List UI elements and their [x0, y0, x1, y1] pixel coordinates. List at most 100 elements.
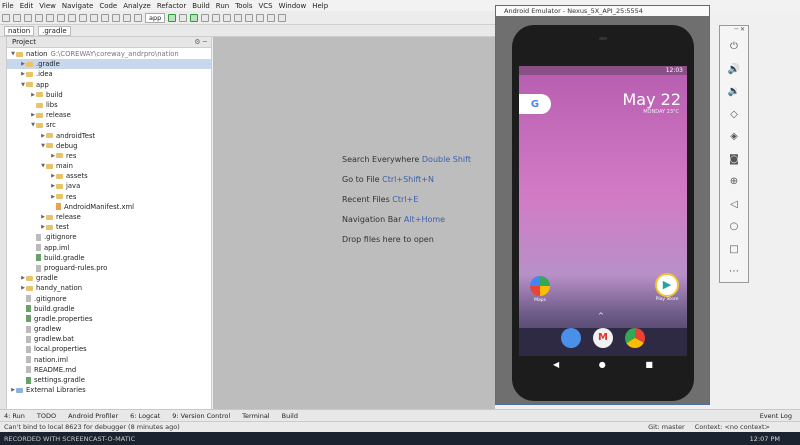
date-widget[interactable]: May 22	[622, 90, 681, 109]
tree-row[interactable]: ▶ assets	[7, 171, 211, 181]
tree-row[interactable]: build.gradle	[7, 304, 211, 314]
left-tool-strip[interactable]	[0, 37, 7, 409]
menu-tools[interactable]: Tools	[235, 2, 252, 10]
tree-row[interactable]: settings.gradle	[7, 375, 211, 385]
maps-app[interactable]: Maps	[530, 276, 550, 303]
tree-row[interactable]: app.iml	[7, 243, 211, 253]
tree-row[interactable]: ▶ handy_nation	[7, 283, 211, 293]
tree-row[interactable]: ▶ java	[7, 181, 211, 191]
rotate-right-icon[interactable]: ◈	[727, 130, 741, 144]
home-icon[interactable]: ○	[727, 220, 741, 234]
debug-icon[interactable]	[190, 13, 199, 22]
tree-row[interactable]: ▶ release	[7, 212, 211, 222]
tree-row[interactable]: ▼ src	[7, 120, 211, 130]
menu-analyze[interactable]: Analyze	[123, 2, 151, 10]
sync-icon[interactable]	[24, 13, 32, 22]
power-icon[interactable]: ⏻	[727, 40, 741, 54]
cut-icon[interactable]	[57, 13, 65, 22]
tree-row[interactable]: README.md	[7, 365, 211, 375]
phone-screen[interactable]: 12:03 G May 22 MONDAY 23°C Maps ▶ Play S…	[519, 66, 687, 356]
profile-icon[interactable]	[201, 13, 210, 22]
tree-row[interactable]: AndroidManifest.xml	[7, 202, 211, 212]
tree-row[interactable]: ▶ gradle	[7, 273, 211, 283]
tree-row[interactable]: ▶ build	[7, 90, 211, 100]
tree-row[interactable]: ▼ nation G:\COREWAY\coreway_andrpro\nation	[7, 49, 211, 59]
emulator-controls-window-icons[interactable]: ─ ✕	[720, 26, 748, 34]
tree-row[interactable]: ▼ app	[7, 80, 211, 90]
nav-recents-icon[interactable]: ■	[645, 360, 653, 369]
menu-build[interactable]: Build	[192, 2, 210, 10]
tree-row[interactable]: proguard-rules.pro	[7, 263, 211, 273]
tree-row[interactable]: gradlew.bat	[7, 334, 211, 344]
tool-tab-6-logcat[interactable]: 6: Logcat	[130, 412, 160, 420]
avd-manager-icon[interactable]	[245, 13, 254, 22]
screenshot-icon[interactable]: ◙	[727, 153, 741, 167]
forward-icon[interactable]	[123, 13, 131, 22]
tree-row[interactable]: libs	[7, 100, 211, 110]
replace-icon[interactable]	[101, 13, 109, 22]
taskbar-clock[interactable]: 12:07 PM	[750, 435, 780, 443]
tool-tab-android-profiler[interactable]: Android Profiler	[68, 412, 118, 420]
tree-row[interactable]: ▶ release	[7, 110, 211, 120]
menu-code[interactable]: Code	[99, 2, 117, 10]
rotate-left-icon[interactable]: ◇	[727, 108, 741, 122]
tree-row[interactable]: ▶ res	[7, 192, 211, 202]
paste-icon[interactable]	[79, 13, 87, 22]
tree-row[interactable]: ▼ main	[7, 161, 211, 171]
tree-row[interactable]: nation.iml	[7, 355, 211, 365]
breadcrumb-project[interactable]: nation	[4, 25, 35, 36]
back-icon[interactable]: ◁	[727, 198, 741, 212]
chrome-icon[interactable]	[625, 328, 645, 348]
tree-row[interactable]: .gitignore	[7, 232, 211, 242]
tree-row[interactable]: gradlew	[7, 324, 211, 334]
project-view-select[interactable]: Project	[12, 38, 36, 46]
tool-tab-9-version-control[interactable]: 9: Version Control	[172, 412, 230, 420]
tree-row[interactable]: gradle.properties	[7, 314, 211, 324]
tree-row[interactable]: local.properties	[7, 344, 211, 354]
zoom-icon[interactable]: ⊕	[727, 175, 741, 189]
tool-tab-4-run[interactable]: 4: Run	[4, 412, 25, 420]
tree-row[interactable]: ▶ res	[7, 151, 211, 161]
git-branch-widget[interactable]: Git: master	[648, 423, 685, 431]
sdk-manager-icon[interactable]	[256, 13, 265, 22]
menu-navigate[interactable]: Navigate	[62, 2, 93, 10]
tree-row[interactable]: ▼ debug	[7, 141, 211, 151]
messages-icon[interactable]	[561, 328, 581, 348]
tool-tab-terminal[interactable]: Terminal	[242, 412, 269, 420]
android-device-monitor-icon[interactable]	[267, 13, 276, 22]
back-icon[interactable]	[112, 13, 120, 22]
nav-back-icon[interactable]: ◀	[553, 360, 559, 369]
volume-down-icon[interactable]: 🔉	[727, 85, 741, 99]
undo-icon[interactable]	[35, 13, 43, 22]
redo-icon[interactable]	[46, 13, 54, 22]
menu-help[interactable]: Help	[312, 2, 328, 10]
tree-row[interactable]: ▶ androidTest	[7, 131, 211, 141]
menu-refactor[interactable]: Refactor	[157, 2, 186, 10]
context-widget[interactable]: Context: <no context>	[695, 423, 770, 431]
sync-gradle-icon[interactable]	[234, 13, 243, 22]
tree-row[interactable]: build.gradle	[7, 253, 211, 263]
help-icon[interactable]	[278, 13, 287, 22]
tool-tab-todo[interactable]: TODO	[37, 412, 56, 420]
tree-row[interactable]: ▶ .gradle	[7, 59, 211, 70]
breadcrumb-gradle[interactable]: .gradle	[38, 25, 71, 36]
more-icon[interactable]: ⋯	[727, 265, 741, 279]
google-search-widget[interactable]: G	[519, 94, 551, 114]
menu-file[interactable]: File	[2, 2, 14, 10]
run-icon[interactable]	[168, 13, 177, 22]
attach-debugger-icon[interactable]	[212, 13, 221, 22]
overview-icon[interactable]: □	[727, 243, 741, 257]
nav-home-icon[interactable]: ●	[599, 360, 606, 369]
app-drawer-arrow-icon[interactable]: ^	[598, 312, 604, 320]
make-project-icon[interactable]	[134, 13, 142, 22]
apply-changes-icon[interactable]	[179, 13, 188, 22]
tree-row[interactable]: ▶ test	[7, 222, 211, 232]
tree-row[interactable]: ▶ External Libraries	[7, 385, 211, 395]
open-folder-icon[interactable]	[2, 13, 10, 22]
tool-tab-event-log[interactable]: Event Log	[760, 412, 792, 420]
tree-row[interactable]: .gitignore	[7, 294, 211, 304]
tree-row[interactable]: ▶ .idea	[7, 69, 211, 79]
find-icon[interactable]	[90, 13, 98, 22]
play-store-app[interactable]: ▶ Play Store	[653, 273, 681, 302]
run-config-select[interactable]: app	[145, 12, 166, 23]
